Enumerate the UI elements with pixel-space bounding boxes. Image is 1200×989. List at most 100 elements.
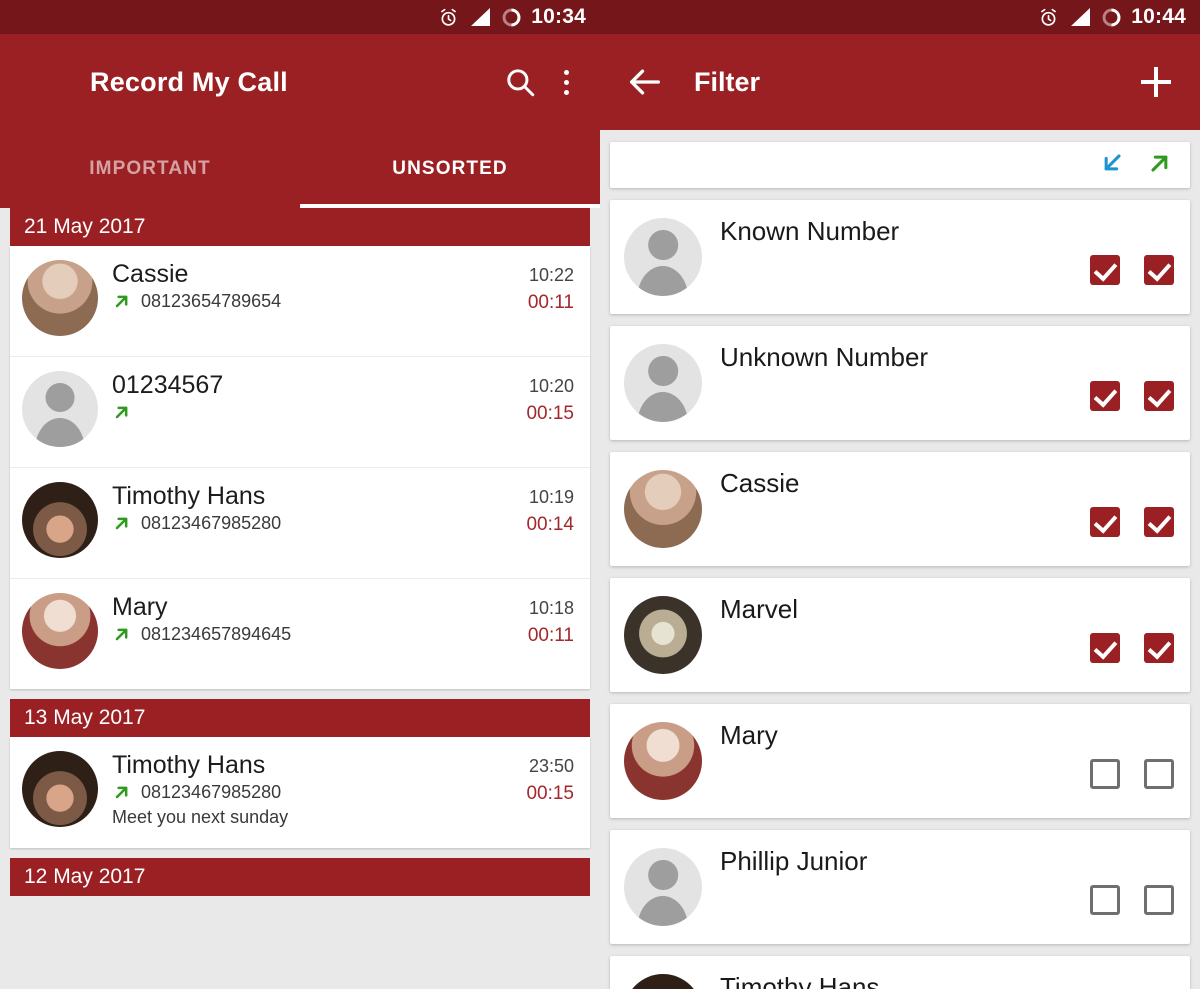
outgoing-call-arrow-icon bbox=[115, 628, 128, 641]
call-group-date-header: 13 May 2017 bbox=[10, 699, 590, 738]
outgoing-call-arrow-icon bbox=[115, 786, 128, 799]
call-group-date-header: 12 May 2017 bbox=[10, 857, 590, 896]
avatar bbox=[624, 974, 702, 989]
filter-item-label: Known Number bbox=[720, 216, 900, 246]
outgoing-filter-checkbox[interactable] bbox=[1144, 885, 1174, 915]
tab-unsorted[interactable]: UNSORTED bbox=[300, 130, 600, 208]
battery-icon bbox=[1101, 7, 1122, 28]
filter-list[interactable]: Known Number Unknown Number Cassie Marvel Ma… bbox=[600, 130, 1200, 989]
outgoing-filter-checkbox[interactable] bbox=[1144, 381, 1174, 411]
filter-list-item[interactable]: Phillip Junior bbox=[610, 830, 1190, 944]
outgoing-filter-checkbox[interactable] bbox=[1144, 507, 1174, 537]
call-row-meta: 10:18 00:11 bbox=[528, 593, 578, 669]
call-timestamp: 10:20 bbox=[528, 376, 574, 397]
filter-list-item[interactable]: Marvel bbox=[610, 578, 1190, 692]
call-row-meta: 23:50 00:15 bbox=[526, 751, 578, 828]
call-row-number-line: 081234657894645 bbox=[112, 624, 528, 645]
filter-list-item[interactable]: Mary bbox=[610, 704, 1190, 818]
call-duration: 00:11 bbox=[527, 292, 574, 314]
call-contact-name: Mary bbox=[112, 593, 168, 622]
avatar-placeholder-icon bbox=[624, 848, 702, 926]
call-group: 13 May 2017 Timothy Hans 08123467985280 Mee… bbox=[10, 699, 590, 848]
call-group: 12 May 2017 bbox=[10, 857, 590, 896]
call-group-body: Cassie 08123654789654 10:22 00:11 01234567 10… bbox=[10, 246, 590, 690]
filter-list-item[interactable]: Unknown Number bbox=[610, 326, 1190, 440]
hamburger-icon[interactable] bbox=[24, 60, 68, 104]
avatar bbox=[22, 482, 98, 559]
status-bar-left: 10:34 bbox=[0, 0, 600, 34]
outgoing-filter-checkbox[interactable] bbox=[1144, 255, 1174, 285]
call-log-row[interactable]: Cassie 08123654789654 10:22 00:11 bbox=[10, 246, 590, 358]
signal-icon bbox=[468, 7, 492, 27]
filter-item-checkboxes bbox=[1090, 633, 1174, 663]
right-pane-filter: 10:44 Filter Known Number Unknown Number… bbox=[600, 0, 1200, 989]
call-contact-name: 01234567 bbox=[112, 371, 224, 400]
filter-item-checkboxes bbox=[1090, 885, 1174, 915]
app-bar-right: Filter bbox=[600, 34, 1200, 130]
call-log-row[interactable]: Mary 081234657894645 10:18 00:11 bbox=[10, 579, 590, 689]
filter-list-item[interactable]: Timothy Hans bbox=[610, 956, 1190, 989]
call-note: Meet you next sunday bbox=[112, 806, 289, 827]
filter-list-item[interactable]: Cassie bbox=[610, 452, 1190, 566]
incoming-filter-checkbox[interactable] bbox=[1090, 255, 1120, 285]
filter-item-label: Phillip Junior bbox=[720, 846, 868, 876]
dual-pane-screenshot: 10:34 Record My Call IMPORTANT UNSORTED … bbox=[0, 0, 1200, 989]
search-icon[interactable] bbox=[498, 60, 542, 104]
alarm-icon bbox=[438, 7, 459, 28]
incoming-filter-checkbox[interactable] bbox=[1090, 381, 1120, 411]
filter-item-label: Unknown Number bbox=[720, 342, 929, 372]
call-group-date-header: 21 May 2017 bbox=[10, 208, 590, 247]
outgoing-call-arrow-icon bbox=[1146, 149, 1174, 182]
call-row-meta: 10:22 00:11 bbox=[528, 260, 578, 336]
call-log-row[interactable]: Timothy Hans 08123467985280 10:19 00:14 bbox=[10, 468, 590, 580]
call-row-details: 01234567 bbox=[98, 371, 526, 447]
incoming-filter-checkbox[interactable] bbox=[1090, 633, 1120, 663]
back-arrow-icon[interactable] bbox=[622, 59, 668, 105]
call-log-row[interactable]: 01234567 10:20 00:15 bbox=[10, 357, 590, 469]
call-row-details: Timothy Hans 08123467985280 Meet you next … bbox=[98, 751, 526, 828]
incoming-filter-checkbox[interactable] bbox=[1090, 507, 1120, 537]
plus-icon[interactable] bbox=[1134, 60, 1178, 104]
call-phone-number: 081234657894645 bbox=[141, 623, 292, 644]
call-timestamp: 10:19 bbox=[528, 487, 574, 508]
call-phone-number: 08123654789654 bbox=[141, 290, 282, 311]
incoming-filter-checkbox[interactable] bbox=[1090, 885, 1120, 915]
alarm-icon bbox=[1038, 7, 1059, 28]
call-log-list[interactable]: 21 May 2017 Cassie 08123654789654 10:22 00:1… bbox=[0, 208, 600, 989]
call-phone-number: 08123467985280 bbox=[141, 781, 282, 802]
call-row-number-line bbox=[112, 402, 526, 422]
call-duration: 00:15 bbox=[526, 403, 574, 425]
call-duration: 00:14 bbox=[526, 514, 574, 536]
call-row-details: Mary 081234657894645 bbox=[98, 593, 528, 669]
call-row-details: Timothy Hans 08123467985280 bbox=[98, 482, 526, 558]
outgoing-filter-checkbox[interactable] bbox=[1144, 759, 1174, 789]
status-clock: 10:34 bbox=[531, 5, 586, 28]
left-pane-call-log: 10:34 Record My Call IMPORTANT UNSORTED … bbox=[0, 0, 600, 989]
filter-item-label: Mary bbox=[720, 720, 778, 750]
filter-list-item[interactable]: Known Number bbox=[610, 200, 1190, 314]
call-timestamp: 23:50 bbox=[528, 756, 574, 777]
outgoing-filter-checkbox[interactable] bbox=[1144, 633, 1174, 663]
tab-bar: IMPORTANT UNSORTED bbox=[0, 130, 600, 208]
call-log-row[interactable]: Timothy Hans 08123467985280 Meet you next … bbox=[10, 737, 590, 848]
avatar-placeholder-icon bbox=[22, 371, 98, 448]
status-bar-right: 10:44 bbox=[600, 0, 1200, 34]
avatar bbox=[22, 593, 98, 670]
call-timestamp: 10:18 bbox=[528, 598, 574, 619]
filter-item-checkboxes bbox=[1090, 255, 1174, 285]
status-clock: 10:44 bbox=[1131, 5, 1186, 28]
filter-column-header bbox=[610, 142, 1190, 188]
call-group-body: Timothy Hans 08123467985280 Meet you next … bbox=[10, 737, 590, 848]
incoming-filter-checkbox[interactable] bbox=[1090, 759, 1120, 789]
filter-item-label: Marvel bbox=[720, 594, 799, 624]
app-bar-actions bbox=[498, 60, 600, 104]
overflow-menu-icon[interactable] bbox=[546, 60, 586, 104]
filter-item-checkboxes bbox=[1090, 381, 1174, 411]
call-row-meta: 10:19 00:14 bbox=[526, 482, 578, 558]
avatar-placeholder-icon bbox=[624, 218, 702, 296]
battery-icon bbox=[501, 7, 522, 28]
page-title: Record My Call bbox=[90, 66, 288, 97]
tab-important[interactable]: IMPORTANT bbox=[0, 130, 300, 208]
avatar bbox=[624, 722, 702, 800]
outgoing-call-arrow-icon bbox=[115, 406, 128, 418]
